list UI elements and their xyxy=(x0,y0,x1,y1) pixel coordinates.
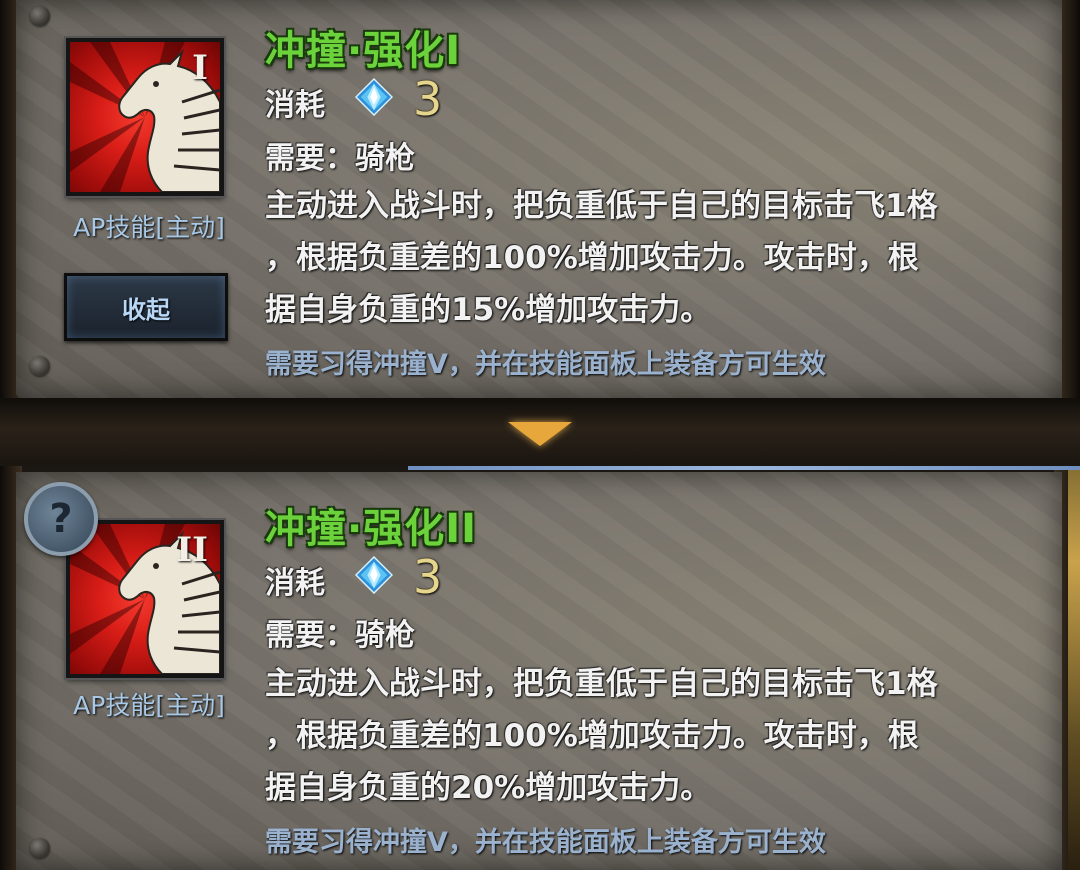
skill-type-label: AP技能[主动] xyxy=(73,691,225,720)
description-line: 据自身负重的15%增加攻击力。 xyxy=(265,292,712,328)
cost-value: 3 xyxy=(413,72,443,126)
skill-icon-1: I xyxy=(66,38,224,196)
skill-level-roman: II xyxy=(176,530,208,570)
skill-icon-2: II xyxy=(66,520,224,678)
skill-level-roman: I xyxy=(192,48,208,88)
question-mark-icon[interactable]: ? xyxy=(24,482,98,556)
requirement-text: 需要：骑枪 xyxy=(265,618,415,653)
cost-label: 消耗 xyxy=(265,88,325,123)
skill-title: 冲撞·强化I xyxy=(265,28,462,74)
cost-label: 消耗 xyxy=(265,566,325,601)
cost-value: 3 xyxy=(413,550,443,604)
collapse-button[interactable]: 收起 xyxy=(64,273,228,341)
divider-highlight-line xyxy=(408,466,1080,470)
skill-panel-2: II AP技能[主动] 冲撞·强化II 消耗 3 需要：骑枪 主动进入战斗时，把… xyxy=(16,472,1062,870)
right-frame-gold-trim xyxy=(1068,430,1080,870)
description-line: ，根据负重差的100%增加攻击力。攻击时，根 xyxy=(265,718,919,754)
rivet xyxy=(30,6,50,26)
skill-title: 冲撞·强化II xyxy=(265,506,477,552)
rivet xyxy=(30,356,50,376)
rivet xyxy=(30,838,50,858)
description-line: ，根据负重差的100%增加攻击力。攻击时，根 xyxy=(265,240,919,276)
blue-diamond-gem-icon xyxy=(355,556,393,594)
requirement-text: 需要：骑枪 xyxy=(265,141,415,176)
description-line: 主动进入战斗时，把负重低于自己的目标击飞1格 xyxy=(265,188,938,224)
skill-panel-1: I AP技能[主动] 收起 冲撞·强化I 消耗 3 需要：骑枪 主动进入战斗时，… xyxy=(16,0,1062,398)
description-line: 据自身负重的20%增加攻击力。 xyxy=(265,770,712,806)
skill-note: 需要习得冲撞V，并在技能面板上装备方可生效 xyxy=(265,349,826,380)
skill-note: 需要习得冲撞V，并在技能面板上装备方可生效 xyxy=(265,827,826,858)
skill-description: 主动进入战斗时，把负重低于自己的目标击飞1格 ，根据负重差的100%增加攻击力。… xyxy=(265,658,1005,814)
down-arrow-icon xyxy=(508,422,572,446)
skill-description: 主动进入战斗时，把负重低于自己的目标击飞1格 ，根据负重差的100%增加攻击力。… xyxy=(265,180,1005,336)
skill-type-label: AP技能[主动] xyxy=(73,213,225,242)
description-line: 主动进入战斗时，把负重低于自己的目标击飞1格 xyxy=(265,666,938,702)
blue-diamond-gem-icon xyxy=(355,78,393,116)
